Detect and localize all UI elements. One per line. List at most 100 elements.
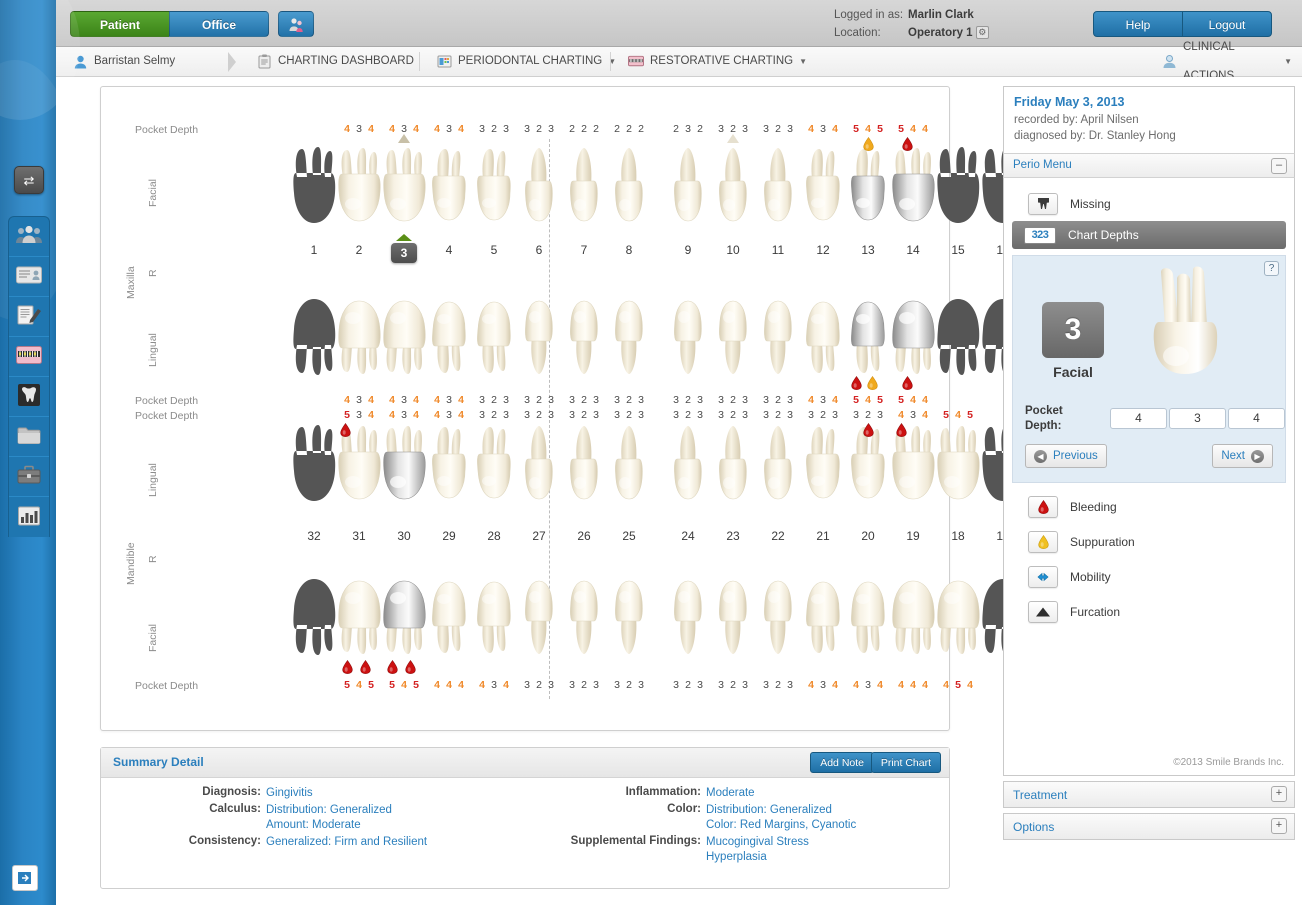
bleeding-marker-tooth-31[interactable]	[342, 659, 353, 674]
gear-icon[interactable]: ⚙	[975, 26, 989, 40]
pocket-depth-value[interactable]: 2	[491, 394, 498, 406]
pocket-depth-value[interactable]: 3	[638, 679, 645, 691]
pocket-depth-triplet-tooth-31[interactable]: 534	[334, 409, 384, 421]
pocket-depth-triplet-tooth-27[interactable]: 323	[514, 679, 564, 691]
pocket-depth-value[interactable]: 4	[389, 123, 396, 135]
tooth-23[interactable]	[708, 425, 758, 520]
pocket-depth-triplet-tooth-23[interactable]: 323	[708, 409, 758, 421]
pocket-depth-value[interactable]: 2	[581, 409, 588, 421]
perio-tool-chart-depths[interactable]: 323 Chart Depths	[1012, 221, 1286, 249]
tooth-9[interactable]	[663, 147, 713, 242]
pocket-depth-triplet-tooth-27[interactable]: 323	[514, 409, 564, 421]
tooth-20[interactable]	[843, 425, 893, 520]
pocket-depth-value[interactable]: 4	[853, 679, 860, 691]
pocket-depth-value[interactable]: 5	[877, 394, 884, 406]
tooth-number-28[interactable]: 28	[469, 529, 519, 543]
pocket-depth-value[interactable]: 3	[853, 409, 860, 421]
tooth-21[interactable]	[798, 567, 848, 662]
pocket-depth-triplet-tooth-11[interactable]: 323	[753, 123, 803, 135]
tooth-12[interactable]	[798, 287, 848, 382]
pocket-depth-value[interactable]: 3	[614, 409, 621, 421]
treatment-expand-button[interactable]: +	[1271, 786, 1287, 802]
furcation-marker-tooth-3[interactable]	[398, 134, 410, 143]
options-accordion[interactable]: Options +	[1003, 813, 1295, 840]
pocket-depth-value[interactable]: 4	[910, 394, 917, 406]
pocket-depth-value[interactable]: 3	[548, 679, 555, 691]
perio-menu-header[interactable]: Perio Menu –	[1003, 153, 1295, 178]
pocket-depth-value[interactable]: 3	[593, 409, 600, 421]
perio-menu-collapse-button[interactable]: –	[1271, 158, 1287, 174]
pocket-depth-value[interactable]: 3	[479, 394, 486, 406]
pocket-depth-value[interactable]: 2	[614, 123, 621, 135]
pocket-depth-value[interactable]: 2	[593, 123, 600, 135]
pocket-depth-triplet-tooth-26[interactable]: 323	[559, 409, 609, 421]
pocket-depth-value[interactable]: 3	[718, 394, 725, 406]
tooth-32[interactable]	[289, 567, 339, 662]
tooth-25[interactable]	[604, 425, 654, 520]
pocket-depth-triplet-tooth-14[interactable]: 544	[888, 394, 938, 406]
tooth-5[interactable]	[469, 147, 519, 242]
help-icon[interactable]: ?	[1264, 261, 1279, 276]
tooth-11[interactable]	[753, 287, 803, 382]
pocket-depth-value[interactable]: 2	[626, 123, 633, 135]
pocket-depth-value[interactable]: 3	[524, 123, 531, 135]
pocket-depth-value[interactable]: 3	[763, 679, 770, 691]
tooth-5[interactable]	[469, 287, 519, 382]
pocket-depth-value[interactable]: 3	[446, 409, 453, 421]
bleeding-marker-tooth-31b[interactable]	[360, 659, 371, 674]
tooth-number-23[interactable]: 23	[708, 529, 758, 543]
pocket-depth-value[interactable]: 3	[763, 123, 770, 135]
tooth-number-24[interactable]: 24	[663, 529, 713, 543]
tooth-number-20[interactable]: 20	[843, 529, 893, 543]
tooth-21[interactable]	[798, 425, 848, 520]
tooth-30[interactable]	[379, 425, 429, 520]
previous-button[interactable]: ◀ Previous	[1025, 444, 1107, 468]
tooth-31[interactable]	[334, 567, 384, 662]
pocket-depth-value[interactable]: 3	[503, 394, 510, 406]
pocket-depth-value[interactable]: 3	[787, 394, 794, 406]
add-note-button[interactable]: Add Note	[810, 752, 874, 773]
tooth-number-1[interactable]: 1	[289, 243, 339, 257]
tooth-2[interactable]	[334, 147, 384, 242]
pocket-depth-value[interactable]: 3	[718, 679, 725, 691]
pocket-depth-value[interactable]: 3	[614, 679, 621, 691]
pocket-depth-value[interactable]: 4	[808, 123, 815, 135]
tooth-1[interactable]	[289, 147, 339, 242]
pocket-depth-triplet-tooth-2[interactable]: 434	[334, 394, 384, 406]
pocket-depth-value[interactable]: 3	[673, 409, 680, 421]
pocket-depth-value[interactable]: 3	[593, 394, 600, 406]
expand-right-icon[interactable]	[12, 865, 38, 891]
breadcrumb-item-charting-dashboard[interactable]: CHARTING DASHBOARD	[246, 47, 424, 76]
pocket-depth-value[interactable]: 2	[775, 394, 782, 406]
tooth-15[interactable]	[933, 147, 983, 242]
tooth-25[interactable]	[604, 567, 654, 662]
pocket-depth-value[interactable]: 3	[491, 679, 498, 691]
pocket-depth-value[interactable]: 3	[787, 409, 794, 421]
pocket-depth-value[interactable]: 2	[536, 123, 543, 135]
pocket-depth-value[interactable]: 3	[763, 394, 770, 406]
suppuration-marker-tooth-13[interactable]	[863, 136, 874, 151]
pocket-depth-value[interactable]: 4	[368, 409, 375, 421]
tooth-29[interactable]	[424, 567, 474, 662]
pocket-depth-value[interactable]: 5	[877, 123, 884, 135]
pocket-depth-value[interactable]: 3	[569, 394, 576, 406]
pocket-depth-value[interactable]: 2	[626, 394, 633, 406]
pocket-depth-value[interactable]: 3	[548, 123, 555, 135]
pocket-depth-triplet-tooth-9[interactable]: 323	[663, 394, 713, 406]
pocket-depth-value[interactable]: 2	[865, 409, 872, 421]
tooth-number-5[interactable]: 5	[469, 243, 519, 257]
rail-item-folder[interactable]	[9, 417, 49, 457]
pocket-depth-triplet-tooth-28[interactable]: 323	[469, 409, 519, 421]
pocket-depth-value[interactable]: 4	[832, 123, 839, 135]
pocket-depth-value[interactable]: 3	[742, 394, 749, 406]
pocket-depth-triplet-tooth-8[interactable]: 323	[604, 394, 654, 406]
pocket-depth-value[interactable]: 4	[808, 394, 815, 406]
pocket-depth-value[interactable]: 3	[446, 394, 453, 406]
pocket-depth-triplet-tooth-31[interactable]: 545	[334, 679, 384, 691]
pocket-depth-value[interactable]: 2	[775, 679, 782, 691]
pocket-depth-value[interactable]: 5	[344, 409, 351, 421]
pocket-depth-value[interactable]: 4	[368, 123, 375, 135]
tooth-14[interactable]	[888, 287, 938, 382]
tooth-number-15[interactable]: 15	[933, 243, 983, 257]
pocket-depth-value[interactable]: 3	[503, 409, 510, 421]
